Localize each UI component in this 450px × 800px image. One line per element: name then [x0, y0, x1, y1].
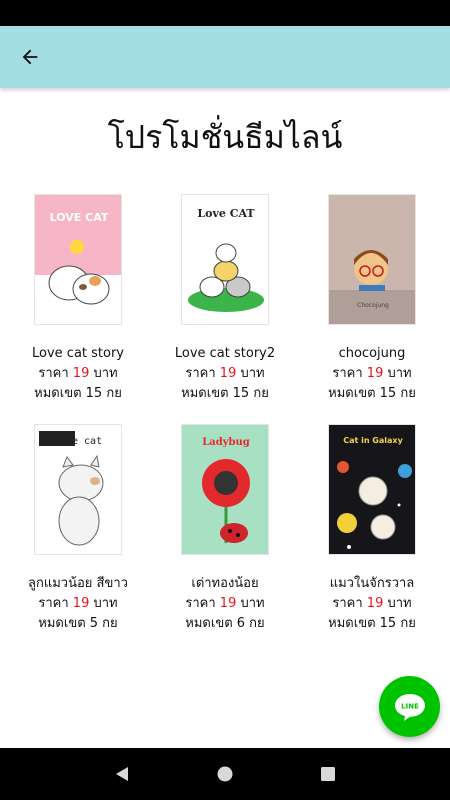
theme-price: ราคา 19 บาท [38, 596, 118, 611]
back-button[interactable] [14, 41, 46, 73]
theme-expiry: หมดเขต 6 กย [185, 616, 265, 631]
theme-name: ลูกแมวน้อย สีขาว [28, 576, 128, 591]
theme-expiry: หมดเขต 15 กย [181, 386, 269, 401]
theme-card[interactable]: Cat in Galaxy แมวในจักรวาล ราคา 19 บาท ห… [297, 424, 447, 634]
thumb-title: Cat in Galaxy [343, 436, 403, 445]
app-bar [0, 26, 450, 88]
status-bar [0, 0, 450, 26]
line-fab-button[interactable]: LINE [379, 676, 440, 737]
nav-back-button[interactable] [107, 759, 137, 789]
thumb-title: LOVE CAT [50, 211, 109, 224]
navigation-bar [0, 748, 450, 800]
theme-expiry: หมดเขต 15 กย [328, 386, 416, 401]
circle-home-icon [217, 766, 233, 782]
theme-price: ราคา 19 บาท [332, 366, 412, 381]
theme-name: เต่าทองน้อย [191, 576, 259, 591]
theme-card[interactable]: Love CAT Love cat story2 ราคา 19 บาท หมด… [150, 194, 300, 404]
theme-card[interactable]: Ladybug เต่าทองน้อย ราคา 19 บาท หมดเขต 6… [150, 424, 300, 634]
page-title: โปรโมชั่นธีมไลน์ [107, 118, 343, 156]
nav-recents-button[interactable] [313, 759, 343, 789]
theme-expiry: หมดเขต 5 กย [38, 616, 118, 631]
nav-home-button[interactable] [210, 759, 240, 789]
thumb-title: Love CAT [197, 207, 255, 220]
theme-thumbnail[interactable]: Cat in Galaxy [328, 424, 416, 555]
theme-price: ราคา 19 บาท [185, 366, 265, 381]
theme-name: แมวในจักรวาล [329, 576, 415, 591]
thumb-title: Chocojung [357, 302, 389, 309]
theme-card[interactable]: LOVE CAT Love cat story ราคา 19 บาท หมดเ… [3, 194, 153, 404]
triangle-back-icon [115, 767, 128, 781]
theme-expiry: หมดเขต 15 กย [328, 616, 416, 631]
theme-price: ราคา 19 บาท [185, 596, 265, 611]
theme-card[interactable]: Chocojung chocojung ราคา 19 บาท หมดเขต 1… [297, 194, 447, 404]
theme-thumbnail[interactable]: Chocojung [328, 194, 416, 325]
theme-name: Love cat story [32, 346, 124, 361]
thumb-title: Ladybug [202, 437, 250, 448]
theme-price: ราคา 19 บาท [38, 366, 118, 381]
theme-name: chocojung [338, 346, 406, 361]
theme-expiry: หมดเขต 15 กย [34, 386, 122, 401]
theme-thumbnail[interactable]: LOVE CAT [34, 194, 122, 325]
theme-name: Love cat story2 [174, 346, 276, 361]
arrow-left-icon [22, 49, 38, 65]
theme-thumbnail[interactable]: Love CAT [181, 194, 269, 325]
theme-card[interactable]: White cat ลูกแมวน้อย สีขาว ราคา 19 บาท ห… [3, 424, 153, 634]
square-recents-icon [321, 767, 336, 781]
line-logo-icon: LINE [394, 693, 425, 721]
theme-thumbnail[interactable]: White cat [34, 424, 122, 555]
thumb-title: White cat [48, 436, 102, 447]
fab-label: LINE [401, 702, 419, 710]
theme-price: ราคา 19 บาท [332, 596, 412, 611]
theme-thumbnail[interactable]: Ladybug [181, 424, 269, 555]
